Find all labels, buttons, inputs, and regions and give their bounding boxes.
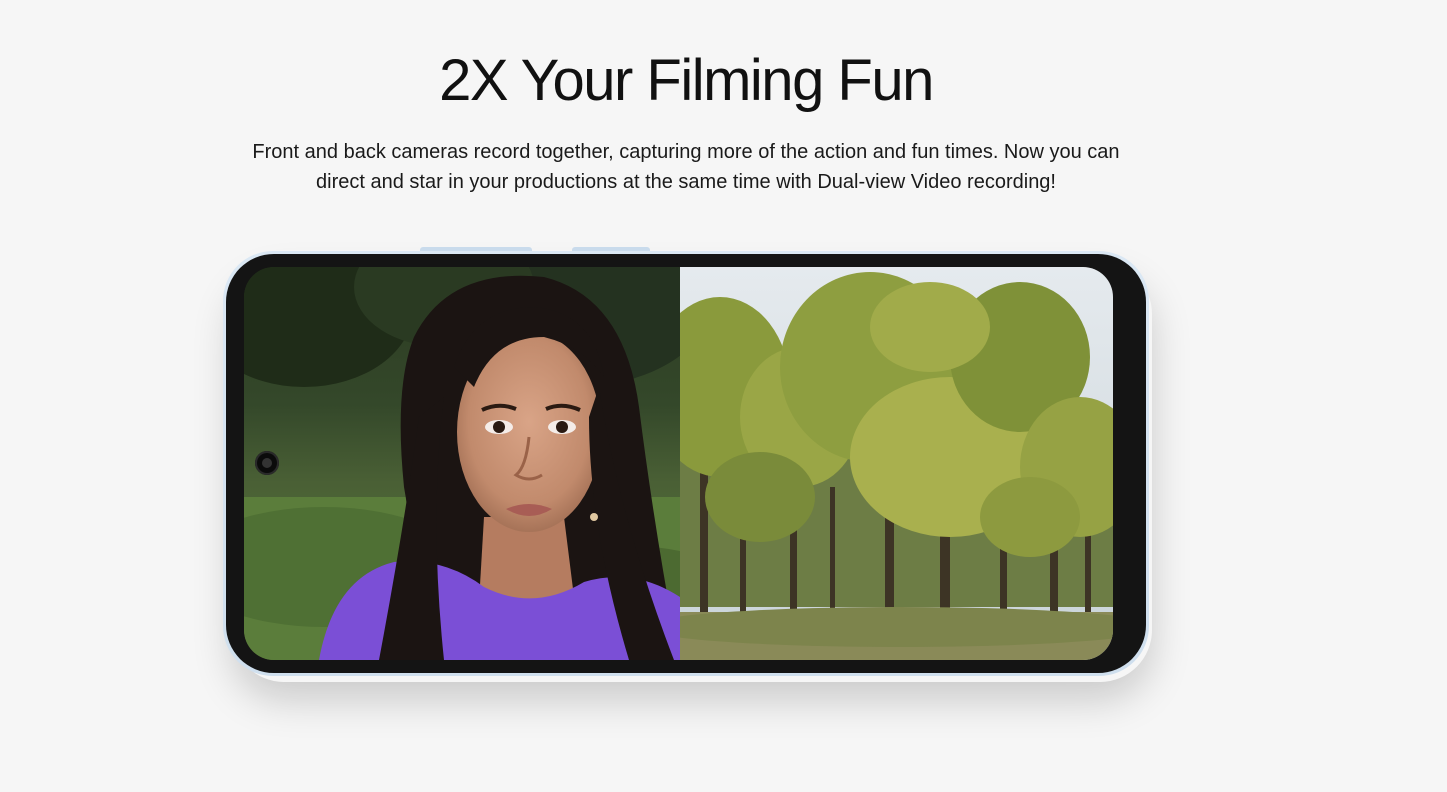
forest-image (680, 267, 1113, 660)
rear-camera-view (680, 267, 1113, 660)
feature-description: Front and back cameras record together, … (252, 141, 1120, 193)
front-camera-view (244, 267, 680, 660)
selfie-image (244, 267, 680, 660)
phone-screen (244, 267, 1113, 660)
front-camera-punch-hole (255, 451, 279, 475)
page-title: 2X Your Filming Fun (439, 48, 934, 113)
